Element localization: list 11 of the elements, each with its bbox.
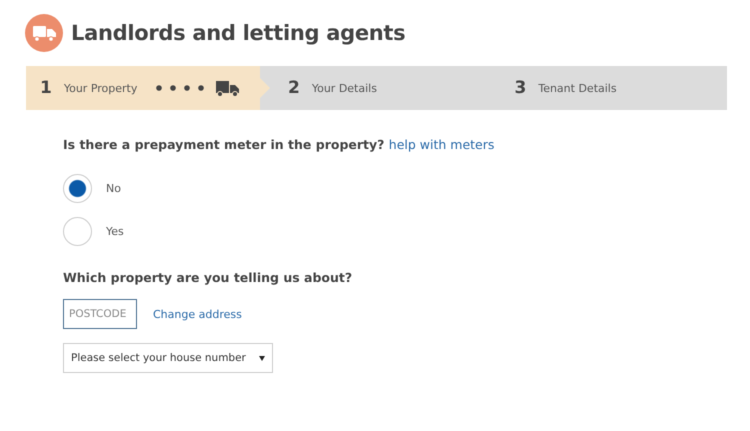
question-text: Which property are you telling us about? bbox=[63, 270, 354, 285]
house-number-select[interactable]: Please select your house number bbox=[63, 343, 273, 373]
step-tab[interactable]: 3 Tenant Details bbox=[500, 66, 727, 110]
radio-label: Yes bbox=[106, 225, 124, 238]
change-address-link[interactable]: Change address bbox=[153, 308, 242, 320]
question-text: Is there a prepayment meter in the property? help with meters bbox=[63, 137, 496, 152]
page-title: Landlords and letting agents bbox=[71, 21, 406, 45]
postcode-field[interactable]: POSTCODE bbox=[63, 299, 137, 329]
step-tab[interactable]: 2 Your Details bbox=[274, 66, 500, 110]
radio-label: No bbox=[106, 182, 121, 195]
help-link[interactable]: help with meters bbox=[388, 137, 494, 152]
